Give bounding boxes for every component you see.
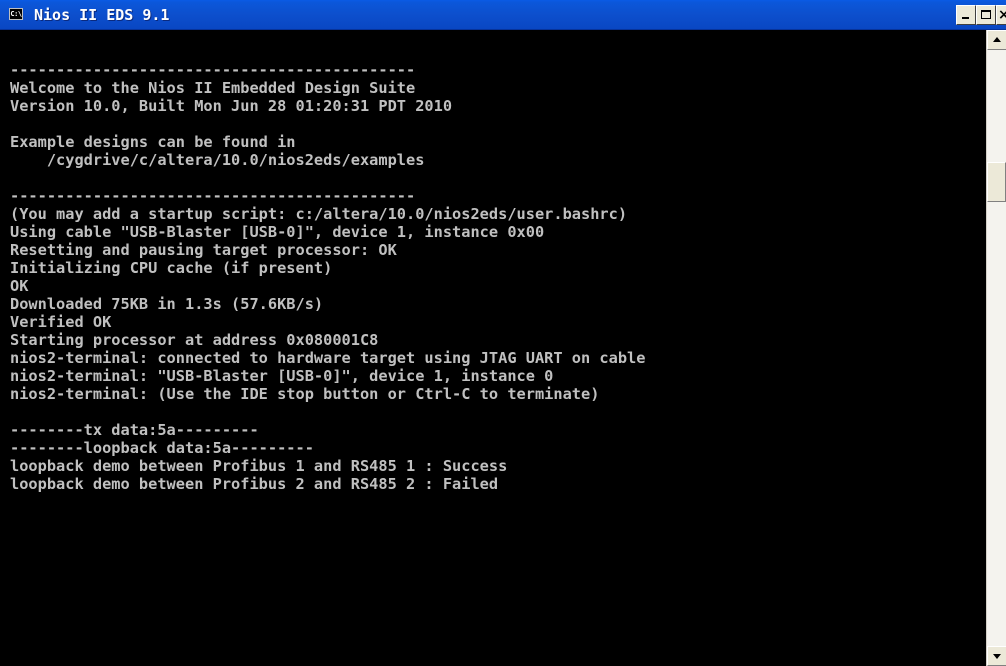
console-line: Initializing CPU cache (if present) [10, 259, 333, 277]
console-line: Welcome to the Nios II Embedded Design S… [10, 79, 416, 97]
console-line: ----------------------------------------… [10, 187, 416, 205]
console-icon[interactable]: C:\ [9, 8, 23, 20]
scroll-thumb[interactable] [987, 162, 1006, 202]
console-line: Starting processor at address 0x080001C8 [10, 331, 379, 349]
console-text: ----------------------------------------… [10, 61, 645, 493]
console-line: Example designs can be found in [10, 133, 296, 151]
console-line: nios2-terminal: (Use the IDE stop button… [10, 385, 600, 403]
console-line: nios2-terminal: "USB-Blaster [USB-0]", d… [10, 367, 554, 385]
scroll-up-arrow-icon [993, 37, 1001, 42]
console-line: ----------------------------------------… [10, 61, 416, 79]
minimize-icon [962, 17, 969, 19]
console-line: (You may add a startup script: c:/altera… [10, 205, 628, 223]
console-line: Resetting and pausing target processor: … [10, 241, 397, 259]
console-line: Using cable "USB-Blaster [USB-0]", devic… [10, 223, 545, 241]
minimize-button[interactable] [956, 5, 976, 25]
close-icon: × [998, 6, 1006, 24]
maximize-icon [981, 10, 991, 19]
console-line: Version 10.0, Built Mon Jun 28 01:20:31 … [10, 97, 453, 115]
maximize-button[interactable] [976, 5, 996, 25]
console-window: C:\ Nios II EDS 9.1 × ------------------… [0, 0, 1006, 666]
console-line: /cygdrive/c/altera/10.0/nios2eds/example… [10, 151, 425, 169]
console-line: Downloaded 75KB in 1.3s (57.6KB/s) [10, 295, 324, 313]
console-line: --------loopback data:5a--------- [10, 439, 314, 457]
scroll-down-arrow-icon [993, 654, 1001, 659]
console-line: OK [10, 277, 29, 295]
console-output-area[interactable]: ----------------------------------------… [0, 30, 986, 666]
console-line: loopback demo between Profibus 1 and RS4… [10, 457, 508, 475]
close-button[interactable]: × [996, 5, 1006, 25]
scroll-up-button[interactable] [987, 30, 1006, 50]
console-line: Verified OK [10, 313, 112, 331]
window-title: Nios II EDS 9.1 [34, 6, 170, 24]
console-line: loopback demo between Profibus 2 and RS4… [10, 475, 499, 493]
scroll-down-button[interactable] [987, 646, 1006, 666]
console-line: nios2-terminal: connected to hardware ta… [10, 349, 646, 367]
console-line: --------tx data:5a--------- [10, 421, 259, 439]
title-bar[interactable]: C:\ Nios II EDS 9.1 × [0, 0, 1006, 30]
vertical-scrollbar[interactable] [986, 30, 1006, 666]
